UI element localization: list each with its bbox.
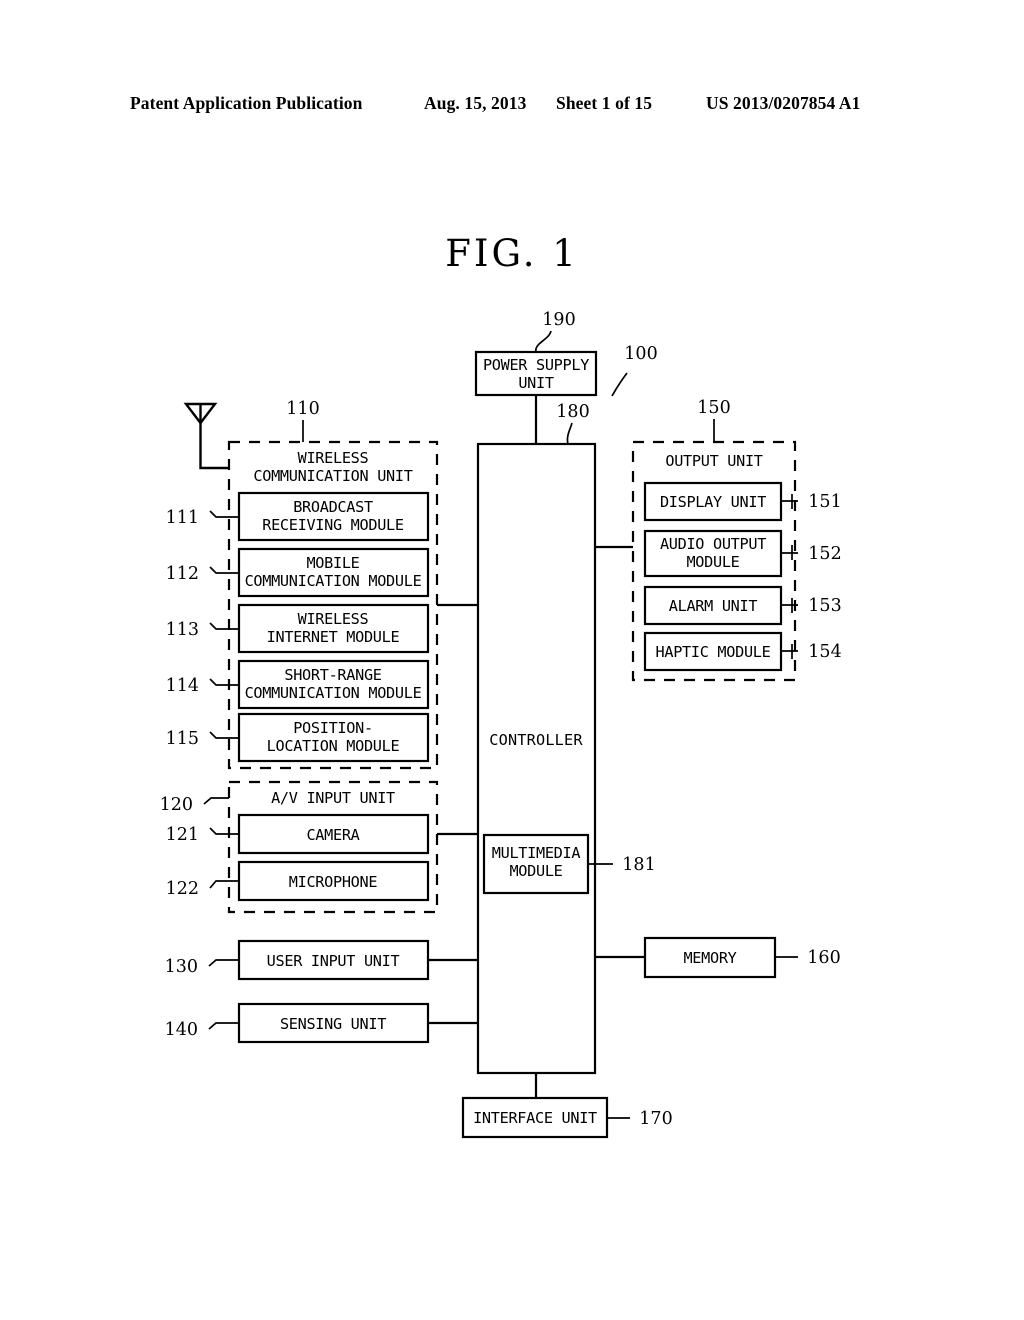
camera-label: CAMERA: [306, 826, 359, 844]
broadcast-receiving-module-block[interactable]: BROADCAST RECEIVING MODULE: [237, 491, 430, 542]
power-supply-unit-block[interactable]: POWER SUPPLY UNIT: [474, 350, 598, 397]
memory-block[interactable]: MEMORY: [643, 936, 777, 979]
multimedia-module-block[interactable]: MULTIMEDIA MODULE: [482, 833, 590, 895]
module-112-line2: COMMUNICATION MODULE: [245, 572, 422, 590]
haptic-module-label: HAPTIC MODULE: [656, 643, 771, 661]
wireless-internet-module-block[interactable]: WIRELESS INTERNET MODULE: [237, 603, 430, 654]
memory-label: MEMORY: [683, 949, 736, 967]
ref-121: 121: [166, 825, 199, 845]
antenna-icon: [183, 402, 229, 470]
ref-111: 111: [166, 508, 199, 528]
ref-130: 130: [165, 957, 198, 977]
ref-112: 112: [166, 564, 199, 584]
microphone-label: MICROPHONE: [289, 873, 378, 891]
sensing-unit-block[interactable]: SENSING UNIT: [237, 1002, 430, 1044]
display-unit-block[interactable]: DISPLAY UNIT: [643, 481, 783, 522]
wireless-unit-title-line2: COMMUNICATION UNIT: [253, 467, 412, 485]
patent-figure-page: Patent Application Publication Aug. 15, …: [0, 0, 1024, 1320]
position-location-module-block[interactable]: POSITION- LOCATION MODULE: [237, 712, 430, 763]
audio-output-line1: AUDIO OUTPUT: [660, 535, 766, 553]
controller-block[interactable]: CONTROLLER: [476, 442, 597, 1075]
ref-153: 153: [808, 596, 841, 616]
ref-181: 181: [622, 855, 655, 875]
module-115-line1: POSITION-: [293, 719, 373, 737]
haptic-module-block[interactable]: HAPTIC MODULE: [643, 631, 783, 672]
ref-140: 140: [165, 1020, 198, 1040]
ref-190: 190: [542, 310, 575, 330]
audio-output-line2: MODULE: [686, 553, 739, 571]
audio-output-module-block[interactable]: AUDIO OUTPUT MODULE: [643, 529, 783, 578]
ref-113: 113: [166, 620, 199, 640]
alarm-unit-block[interactable]: ALARM UNIT: [643, 585, 783, 626]
ref-100: 100: [624, 344, 657, 364]
module-114-line1: SHORT-RANGE: [284, 666, 381, 684]
ref-122: 122: [166, 879, 199, 899]
interface-unit-block[interactable]: INTERFACE UNIT: [461, 1096, 609, 1139]
power-supply-label-line1: POWER SUPPLY: [483, 356, 589, 374]
user-input-unit-label: USER INPUT UNIT: [267, 952, 400, 970]
module-115-line2: LOCATION MODULE: [267, 737, 400, 755]
module-112-line1: MOBILE: [306, 554, 359, 572]
ref-152: 152: [808, 544, 841, 564]
microphone-block[interactable]: MICROPHONE: [237, 860, 430, 902]
interface-unit-label: INTERFACE UNIT: [473, 1109, 597, 1127]
camera-block[interactable]: CAMERA: [237, 813, 430, 855]
user-input-unit-block[interactable]: USER INPUT UNIT: [237, 939, 430, 981]
ref-154: 154: [808, 642, 841, 662]
av-input-unit-title: A/V INPUT UNIT: [271, 789, 395, 807]
display-unit-label: DISPLAY UNIT: [660, 493, 766, 511]
module-113-line1: WIRELESS: [298, 610, 369, 628]
module-111-line2: RECEIVING MODULE: [262, 516, 404, 534]
wireless-unit-title-line1: WIRELESS: [298, 449, 369, 467]
mobile-communication-module-block[interactable]: MOBILE COMMUNICATION MODULE: [237, 547, 430, 598]
power-supply-label-line2: UNIT: [518, 374, 554, 392]
alarm-unit-label: ALARM UNIT: [669, 597, 758, 615]
ref-180: 180: [556, 402, 589, 422]
ref-160: 160: [807, 948, 840, 968]
ref-120: 120: [160, 795, 193, 815]
ref-170: 170: [639, 1109, 672, 1129]
module-113-line2: INTERNET MODULE: [267, 628, 400, 646]
output-unit-title: OUTPUT UNIT: [665, 452, 762, 470]
ref-150: 150: [697, 398, 730, 418]
block-diagram: POWER SUPPLY UNIT 190 100 CONTROLLER 180…: [160, 310, 842, 1139]
ref-115: 115: [166, 729, 199, 749]
short-range-communication-module-block[interactable]: SHORT-RANGE COMMUNICATION MODULE: [237, 659, 430, 710]
ref-114: 114: [166, 676, 199, 696]
ref-151: 151: [808, 492, 841, 512]
module-114-line2: COMMUNICATION MODULE: [245, 684, 422, 702]
multimedia-label-line2: MODULE: [509, 862, 562, 880]
module-111-line1: BROADCAST: [293, 498, 373, 516]
ref-110: 110: [286, 399, 319, 419]
multimedia-label-line1: MULTIMEDIA: [492, 844, 581, 862]
sensing-unit-label: SENSING UNIT: [280, 1015, 386, 1033]
controller-label: CONTROLLER: [489, 731, 583, 749]
